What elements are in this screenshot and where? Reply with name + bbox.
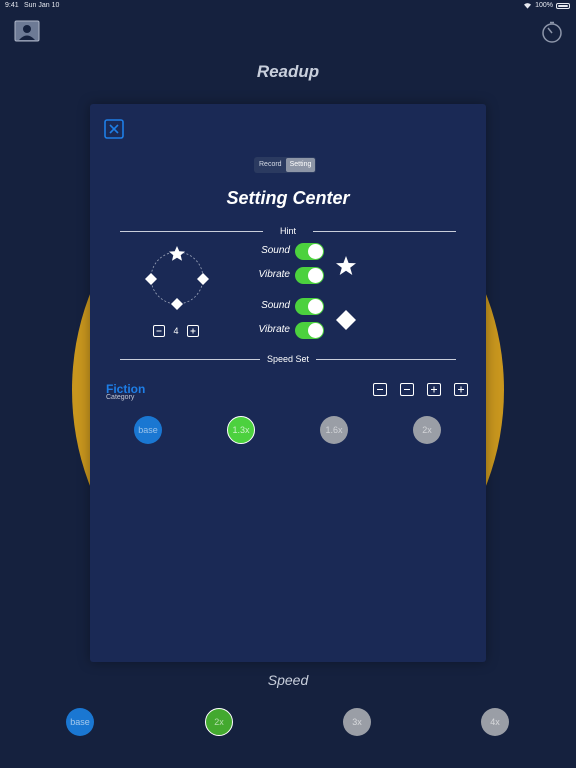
increase-count-button[interactable] [187, 325, 199, 337]
speed-option-2x[interactable]: 2x [413, 416, 441, 444]
hint-pattern-preview [145, 246, 209, 310]
speed-plus-button[interactable] [427, 383, 441, 396]
star-vibrate-row: Vibrate [238, 267, 328, 285]
mode-tabs: Record Setting [254, 157, 317, 173]
diamond-vibrate-label: Vibrate [258, 324, 290, 335]
app-title: Readup [256, 62, 320, 81]
tab-record[interactable]: Record [255, 158, 286, 172]
speed-plus-button[interactable] [454, 383, 468, 396]
star-sound-row: Sound [238, 243, 328, 261]
hint-count-value: 4 [173, 326, 179, 336]
diamond-icon [197, 273, 209, 285]
close-icon[interactable] [104, 119, 124, 139]
battery-percent: 100% [535, 2, 553, 9]
tab-setting[interactable]: Setting [285, 158, 316, 172]
status-right: 100% [523, 2, 570, 9]
plus-icon [431, 386, 437, 393]
status-time: 9:41 [5, 2, 19, 9]
speed-option-1-6x[interactable]: 1.6x [320, 416, 348, 444]
minus-icon [404, 389, 410, 390]
speed-option-1-3x[interactable]: 1.3x [227, 416, 255, 444]
diamond-icon [336, 310, 356, 330]
speed-minus-button[interactable] [373, 383, 387, 396]
star-sound-label: Sound [261, 245, 290, 256]
bottom-speed-2x[interactable]: 2x [205, 708, 233, 736]
setting-modal: Record Setting Setting Center Hint 4 Sou… [90, 104, 486, 662]
diamond-sound-toggle[interactable] [295, 298, 324, 315]
diamond-sound-label: Sound [261, 300, 290, 311]
wifi-icon [524, 3, 532, 9]
bottom-speed-3x[interactable]: 3x [343, 708, 371, 736]
bottom-speed-base[interactable]: base [66, 708, 94, 736]
minus-icon [377, 389, 383, 390]
star-vibrate-toggle[interactable] [295, 267, 324, 284]
speed-label: Speed [267, 672, 309, 688]
diamond-sound-row: Sound [238, 298, 328, 316]
star-icon [169, 246, 185, 261]
diamond-icon [145, 273, 157, 285]
speed-adjust-buttons [373, 383, 469, 397]
hint-count-stepper: 4 [153, 325, 201, 337]
star-vibrate-label: Vibrate [258, 269, 290, 280]
diamond-vibrate-toggle[interactable] [295, 322, 324, 339]
profile-icon[interactable] [14, 20, 40, 42]
category[interactable]: Fiction Category [106, 382, 145, 401]
diamond-icon [171, 298, 183, 310]
hint-divider: Hint [120, 226, 456, 236]
battery-icon [556, 2, 570, 9]
bottom-speed-4x[interactable]: 4x [481, 708, 509, 736]
status-date: Sun Jan 10 [24, 2, 60, 9]
plus-icon [190, 328, 196, 334]
minus-icon [156, 330, 162, 332]
speed-set-divider: Speed Set [120, 354, 456, 364]
timer-icon[interactable] [540, 20, 564, 44]
speed-option-base[interactable]: base [134, 416, 162, 444]
star-sound-toggle[interactable] [295, 243, 324, 260]
star-icon [336, 256, 356, 275]
speed-minus-button[interactable] [400, 383, 414, 396]
decrease-count-button[interactable] [153, 325, 165, 337]
diamond-vibrate-row: Vibrate [238, 322, 328, 340]
modal-title: Setting Center [226, 188, 350, 208]
plus-icon [458, 386, 464, 393]
status-bar: 9:41 Sun Jan 10 100% [0, 0, 576, 14]
